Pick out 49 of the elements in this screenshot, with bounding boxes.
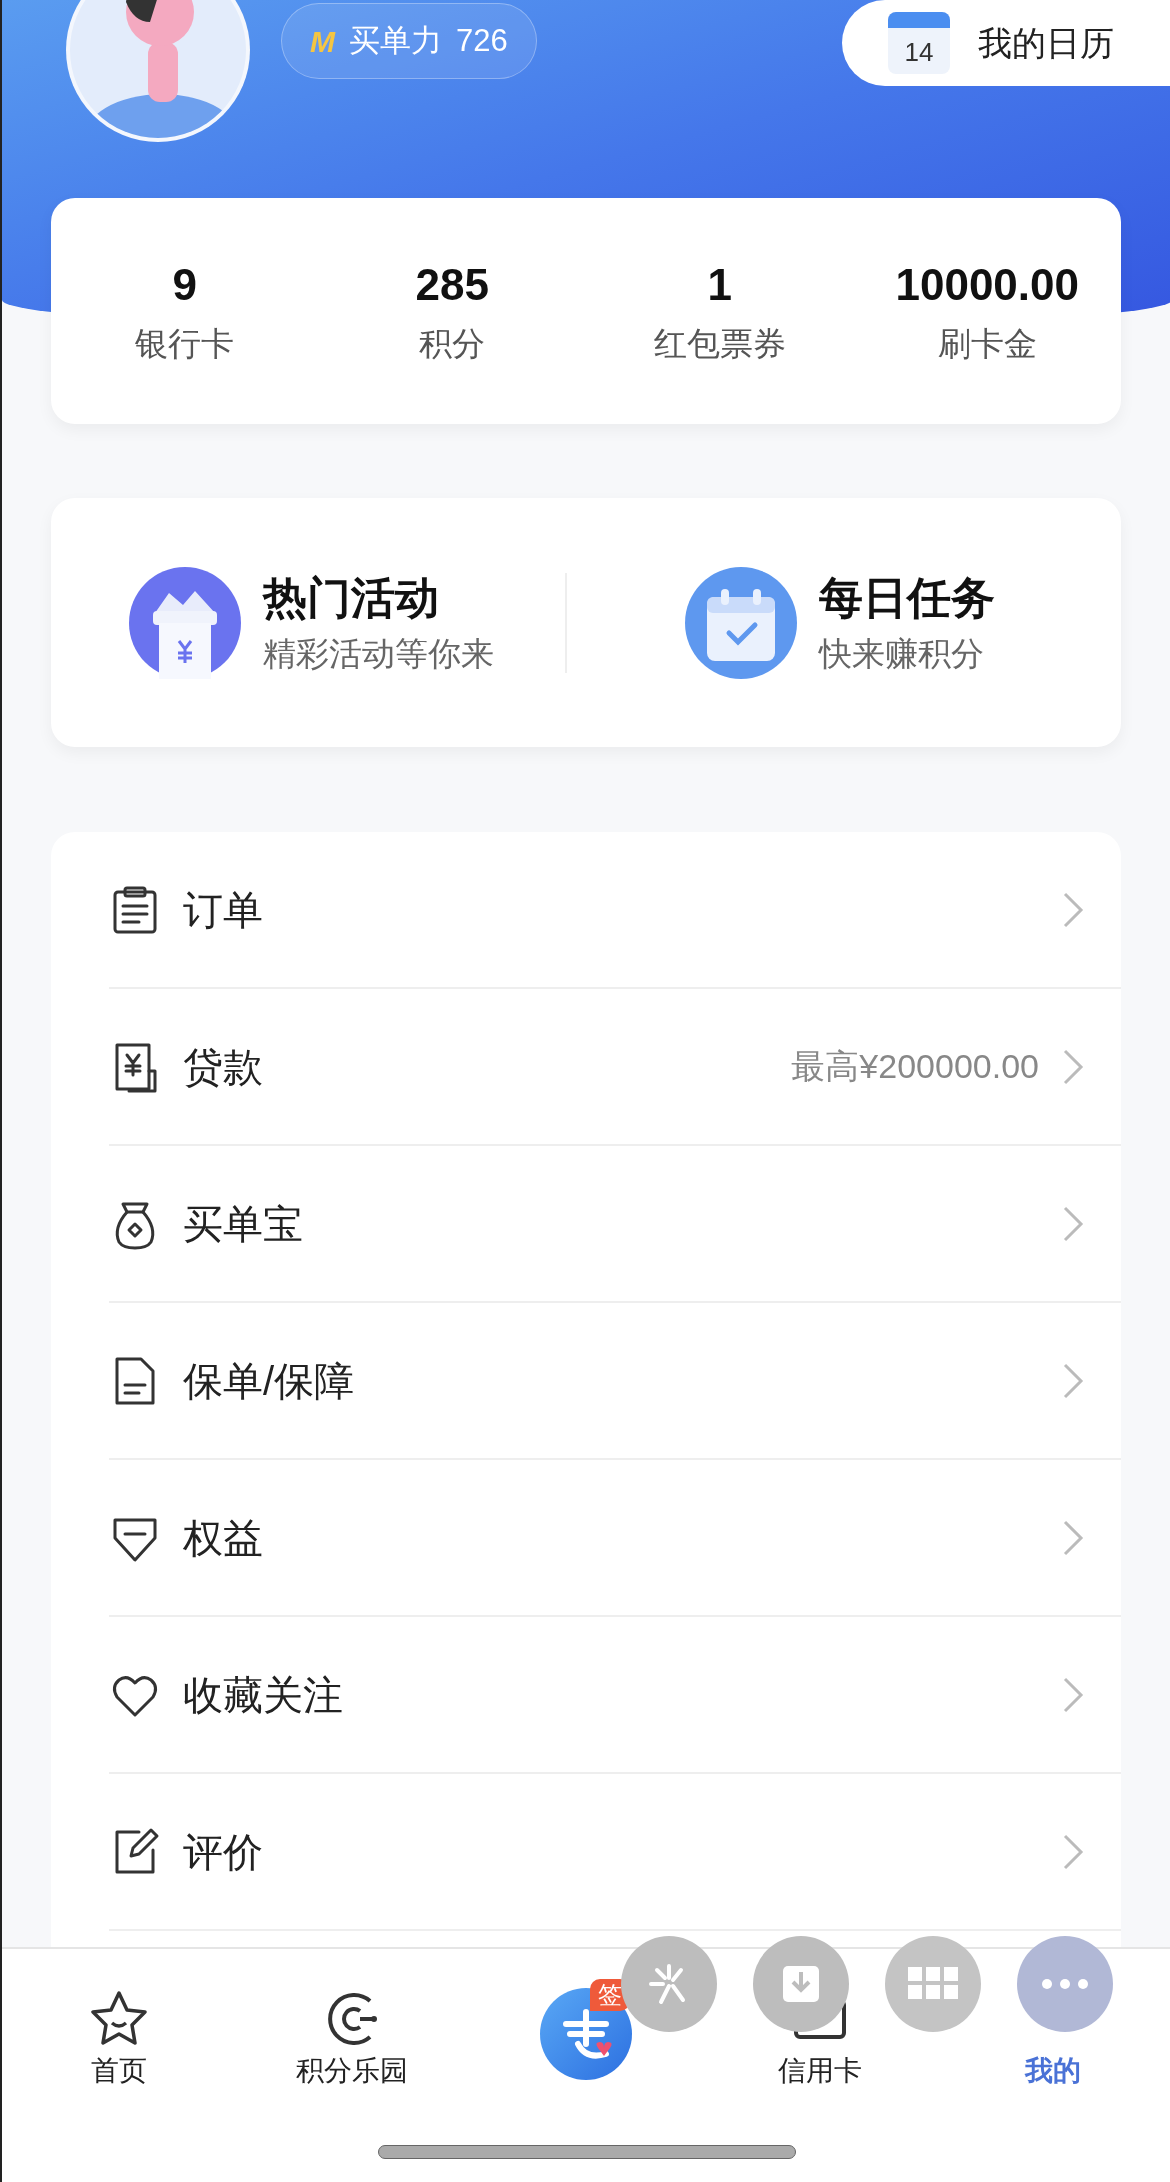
buy-power-label: 买单力	[349, 21, 442, 60]
stat-value: 9	[172, 262, 197, 307]
stat-label: 积分	[419, 326, 486, 360]
stat-label: 刷卡金	[937, 326, 1037, 360]
stat-item[interactable]: 10000.00 刷卡金	[853, 198, 1121, 424]
calendar-button[interactable]: 14 我的日历	[842, 0, 1170, 86]
tab-label: 积分乐园	[296, 2057, 409, 2085]
stat-value: 285	[415, 262, 489, 307]
tab-item[interactable]: 我的	[1025, 2057, 1082, 2085]
activity-entry[interactable]: 热门活动 精彩活动等你来	[51, 566, 565, 679]
menu-label: 贷款	[183, 1043, 264, 1091]
tab-item[interactable]: 首页	[86, 1987, 151, 2085]
activity-subtitle: 精彩活动等你来	[263, 634, 494, 675]
calendar-check-icon	[685, 566, 797, 679]
calendar-label: 我的日历	[978, 22, 1114, 64]
activity-entry[interactable]: 每日任务 快来赚积分	[567, 566, 1121, 679]
stat-label: 银行卡	[135, 326, 235, 360]
menu-item[interactable]: 收藏关注	[51, 1617, 1121, 1772]
menu-item[interactable]: 订单	[51, 832, 1121, 987]
stat-value: 10000.00	[895, 262, 1079, 307]
menu-label: 权益	[183, 1514, 264, 1562]
menu-label: 买单宝	[183, 1200, 304, 1248]
menu-note: 最高¥200000.00	[791, 1046, 1039, 1087]
buy-power-value: 726	[456, 21, 508, 60]
gift-box-icon	[129, 566, 241, 679]
activity-title: 每日任务	[819, 572, 995, 625]
activity-subtitle: 快来赚积分	[819, 634, 985, 675]
menu-label: 订单	[183, 886, 264, 934]
menu-item[interactable]: 买单宝	[51, 1146, 1121, 1301]
menu-label: 评价	[183, 1828, 264, 1876]
stat-item[interactable]: 9 银行卡	[51, 198, 319, 424]
activity-title: 热门活动	[263, 572, 440, 625]
tab-label: 信用卡	[777, 2057, 862, 2085]
stat-item[interactable]: 285 积分	[318, 198, 586, 424]
menu-label: 保单/保障	[183, 1357, 356, 1405]
more-icon	[1041, 1978, 1089, 1990]
menu-item[interactable]: 权益	[51, 1460, 1121, 1615]
grid-icon	[908, 1967, 958, 2001]
stat-value: 1	[707, 262, 732, 307]
menu-label: 收藏关注	[183, 1671, 344, 1719]
stat-label: 红包票券	[653, 326, 786, 360]
logo: M	[310, 23, 335, 60]
tab-item[interactable]: 积分乐园	[296, 1987, 409, 2085]
stat-item[interactable]: 1 红包票券	[586, 198, 854, 424]
menu-item[interactable]: 贷款 最高¥200000.00	[51, 989, 1121, 1144]
menu-item[interactable]: 保单/保障	[51, 1303, 1121, 1458]
calendar-icon: 14	[888, 12, 950, 74]
menu-item[interactable]: 评价	[51, 1774, 1121, 1929]
tab-label: 首页	[90, 2057, 147, 2085]
